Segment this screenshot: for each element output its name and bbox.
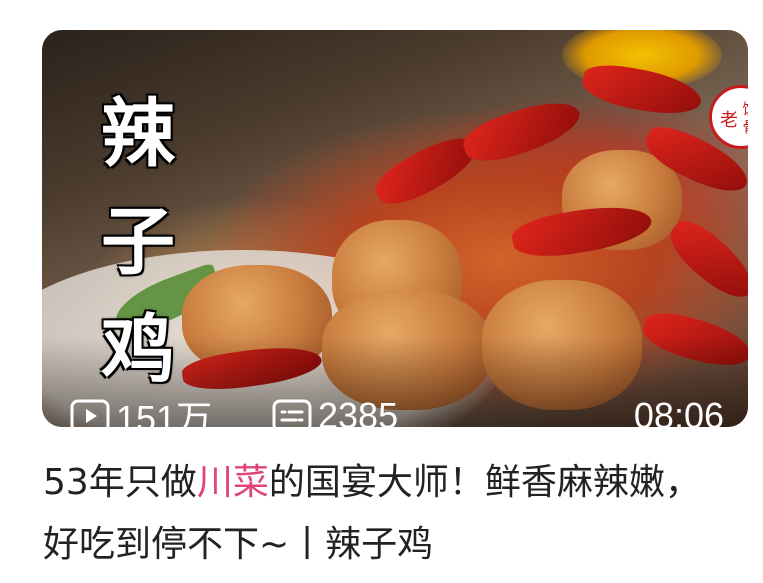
play-icon [70,399,110,427]
danmaku-count: 2385 [318,395,399,427]
danmaku-icon [272,399,312,427]
logo-char: 骨 [742,118,748,136]
video-card[interactable]: 辣 子 鸡 老 饭 骨 151万 2385 08:06 53年只做川菜的国宴大师… [0,0,763,583]
thumbnail-title: 辣 子 鸡 [101,91,175,393]
logo-char: 饭 [742,100,748,118]
video-thumbnail[interactable]: 辣 子 鸡 老 饭 骨 151万 2385 08:06 [42,30,748,427]
play-count: 151万 [116,398,213,427]
channel-logo: 老 饭 骨 [709,85,748,149]
video-duration: 08:06 [633,395,724,427]
logo-char: 老 [720,110,738,131]
title-text-start: 53年只做 [43,462,197,503]
chili [660,212,748,308]
play-count-stat: 151万 [70,392,212,427]
video-title[interactable]: 53年只做川菜的国宴大师！鲜香麻辣嫩，好吃到停不下~丨辣子鸡 [43,452,733,576]
chili [458,90,586,172]
title-highlight: 川菜 [196,462,269,503]
logo-mark: 老 饭 骨 [720,100,748,136]
danmaku-count-stat: 2385 [272,392,398,427]
